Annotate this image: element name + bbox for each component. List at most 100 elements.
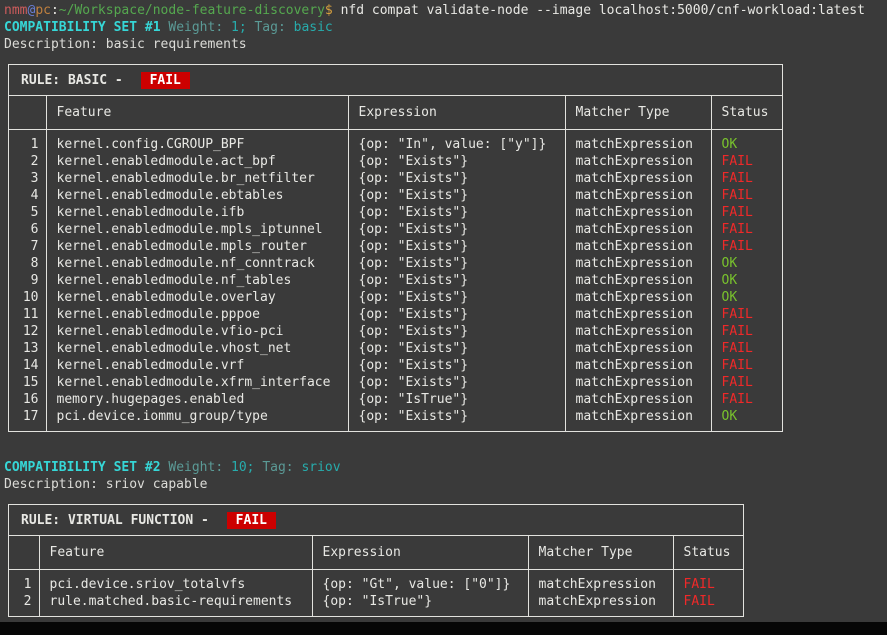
rule-header-virtual-function: RULE: VIRTUAL FUNCTION - FAIL: [9, 505, 743, 536]
table-row: 16memory.hugepages.enabled{op: "IsTrue"}…: [9, 391, 782, 408]
feature-cell: kernel.enabledmodule.ifb: [46, 204, 348, 221]
row-number: 9: [9, 272, 46, 289]
col-header-status: Status: [711, 96, 782, 130]
tag-label: Tag:: [262, 460, 301, 475]
feature-cell: kernel.enabledmodule.mpls_router: [46, 238, 348, 255]
expression-cell: {op: "Exists"}: [348, 357, 565, 374]
table-row: 1pci.device.sriov_totalvfs{op: "Gt", val…: [9, 570, 743, 594]
weight-value: 1;: [231, 20, 254, 35]
col-header-expression: Expression: [348, 96, 565, 130]
rule-header-basic: RULE: BASIC - FAIL: [9, 65, 782, 96]
table-row: 5kernel.enabledmodule.ifb{op: "Exists"}m…: [9, 204, 782, 221]
status-cell: FAIL: [711, 340, 782, 357]
matcher-type-cell: matchExpression: [565, 255, 711, 272]
feature-cell: pci.device.sriov_totalvfs: [39, 570, 312, 594]
weight-label: Weight:: [161, 20, 231, 35]
matcher-type-cell: matchExpression: [565, 306, 711, 323]
status-cell: FAIL: [711, 238, 782, 255]
prompt-dollar-sign: $: [325, 3, 341, 18]
status-cell: OK: [711, 289, 782, 306]
table-row: 2rule.matched.basic-requirements{op: "Is…: [9, 593, 743, 616]
row-number: 3: [9, 170, 46, 187]
matcher-type-cell: matchExpression: [565, 323, 711, 340]
tag-value: sriov: [301, 460, 340, 475]
feature-cell: kernel.enabledmodule.mpls_iptunnel: [46, 221, 348, 238]
feature-cell: rule.matched.basic-requirements: [39, 593, 312, 616]
feature-cell: kernel.enabledmodule.vfio-pci: [46, 323, 348, 340]
expression-cell: {op: "In", value: ["y"]}: [348, 130, 565, 154]
typed-command: nfd compat validate-node --image localho…: [341, 3, 865, 18]
row-number: 15: [9, 374, 46, 391]
matcher-type-cell: matchExpression: [565, 289, 711, 306]
column-header-row: Feature Expression Matcher Type Status: [9, 536, 743, 570]
status-cell: FAIL: [711, 357, 782, 374]
matcher-type-cell: matchExpression: [565, 153, 711, 170]
expression-cell: {op: "IsTrue"}: [312, 593, 528, 616]
expression-cell: {op: "Exists"}: [348, 238, 565, 255]
row-number: 2: [9, 153, 46, 170]
matcher-type-cell: matchExpression: [565, 238, 711, 255]
row-number: 14: [9, 357, 46, 374]
tag-label: Tag:: [254, 20, 293, 35]
status-cell: OK: [711, 255, 782, 272]
matcher-type-cell: matchExpression: [565, 170, 711, 187]
feature-cell: kernel.enabledmodule.overlay: [46, 289, 348, 306]
matcher-type-cell: matchExpression: [565, 340, 711, 357]
table-row: 13kernel.enabledmodule.vhost_net{op: "Ex…: [9, 340, 782, 357]
matcher-type-cell: matchExpression: [565, 130, 711, 154]
expression-cell: {op: "IsTrue"}: [348, 391, 565, 408]
table-row: 17pci.device.iommu_group/type{op: "Exist…: [9, 408, 782, 431]
rule-table-basic: RULE: BASIC - FAIL Feature Expression Ma…: [8, 64, 783, 432]
table-row: 15kernel.enabledmodule.xfrm_interface{op…: [9, 374, 782, 391]
feature-cell: pci.device.iommu_group/type: [46, 408, 348, 431]
compat-set-2: COMPATIBILITY SET #2 Weight: 10; Tag: sr…: [0, 459, 887, 617]
feature-cell: kernel.enabledmodule.br_netfilter: [46, 170, 348, 187]
compat-set-1-description: Description: basic requirements: [0, 36, 887, 53]
matcher-type-cell: matchExpression: [565, 408, 711, 431]
row-number: 17: [9, 408, 46, 431]
status-cell: FAIL: [711, 323, 782, 340]
col-header-feature: Feature: [39, 536, 312, 570]
matcher-type-cell: matchExpression: [565, 391, 711, 408]
weight-value: 10;: [231, 460, 262, 475]
row-number: 1: [9, 130, 46, 154]
prompt-hostname: pc: [35, 3, 51, 18]
table-row: 4kernel.enabledmodule.ebtables{op: "Exis…: [9, 187, 782, 204]
rule-status-badge: FAIL: [141, 72, 190, 89]
row-number: 8: [9, 255, 46, 272]
row-number: 7: [9, 238, 46, 255]
row-number: 16: [9, 391, 46, 408]
matcher-type-cell: matchExpression: [565, 357, 711, 374]
status-cell: FAIL: [711, 374, 782, 391]
table-row: 12kernel.enabledmodule.vfio-pci{op: "Exi…: [9, 323, 782, 340]
table-row: 11kernel.enabledmodule.pppoe{op: "Exists…: [9, 306, 782, 323]
status-cell: OK: [711, 130, 782, 154]
row-number: 10: [9, 289, 46, 306]
expression-cell: {op: "Exists"}: [348, 255, 565, 272]
terminal-window[interactable]: { "colors": { "background": "#3a3a3a", "…: [0, 0, 887, 635]
row-number: 1: [9, 570, 39, 594]
feature-cell: kernel.config.CGROUP_BPF: [46, 130, 348, 154]
status-cell: FAIL: [711, 306, 782, 323]
col-header-feature: Feature: [46, 96, 348, 130]
expression-cell: {op: "Exists"}: [348, 204, 565, 221]
expression-cell: {op: "Exists"}: [348, 221, 565, 238]
feature-cell: kernel.enabledmodule.ebtables: [46, 187, 348, 204]
compat-set-1-title: COMPATIBILITY SET #1: [4, 20, 161, 35]
row-number: 12: [9, 323, 46, 340]
feature-cell: kernel.enabledmodule.pppoe: [46, 306, 348, 323]
table-row: 14kernel.enabledmodule.vrf{op: "Exists"}…: [9, 357, 782, 374]
rule-label: RULE: BASIC -: [21, 73, 131, 88]
status-cell: FAIL: [711, 153, 782, 170]
col-header-matcher-type: Matcher Type: [528, 536, 673, 570]
matcher-type-cell: matchExpression: [565, 272, 711, 289]
row-number: 2: [9, 593, 39, 616]
matcher-type-cell: matchExpression: [565, 374, 711, 391]
shell-prompt-line: nmm@pc:~/Workspace/node-feature-discover…: [0, 0, 887, 19]
table-row: 3kernel.enabledmodule.br_netfilter{op: "…: [9, 170, 782, 187]
weight-label: Weight:: [161, 460, 231, 475]
matcher-type-cell: matchExpression: [565, 187, 711, 204]
status-cell: FAIL: [711, 391, 782, 408]
tag-value: basic: [294, 20, 333, 35]
feature-cell: memory.hugepages.enabled: [46, 391, 348, 408]
